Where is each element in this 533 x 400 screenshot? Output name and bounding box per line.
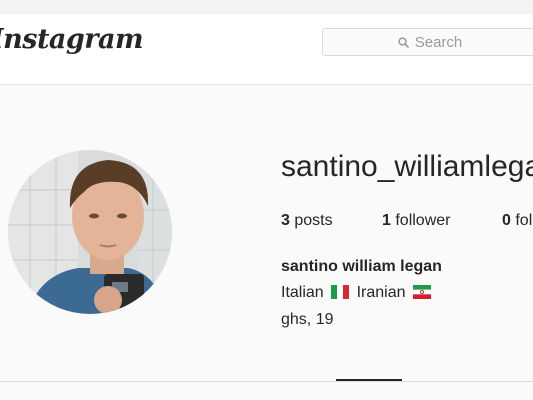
profile-username: santino_williamlegan — [281, 150, 533, 183]
bio-line-1: Italian Iranian — [281, 284, 434, 302]
following-stat[interactable]: 0 following — [502, 212, 533, 230]
search-input[interactable]: Search — [322, 28, 533, 56]
bio-text-italian: Italian — [281, 284, 324, 301]
following-count: 0 — [502, 212, 511, 229]
bio-text-iranian: Iranian — [356, 284, 406, 301]
profile-page: Instagram Search santino_williamlegan 3 … — [0, 0, 533, 400]
bio-line-2: ghs, 19 — [281, 311, 334, 328]
search-icon — [398, 36, 409, 48]
followers-count: 1 — [382, 212, 391, 229]
posts-stat[interactable]: 3 posts — [281, 212, 333, 230]
instagram-logo[interactable]: Instagram — [0, 24, 144, 55]
followers-stat[interactable]: 1 follower — [382, 212, 450, 230]
followers-label: follower — [390, 212, 451, 229]
profile-avatar[interactable] — [8, 150, 172, 314]
posts-label: posts — [289, 212, 333, 229]
profile-full-name: santino william legan — [281, 258, 442, 275]
posts-count: 3 — [281, 212, 290, 229]
search-placeholder: Search — [414, 33, 463, 51]
nav-top-edge — [0, 0, 533, 14]
avatar-photo — [8, 150, 172, 314]
tabs-divider — [0, 381, 533, 382]
following-label: following — [515, 212, 533, 229]
top-nav-bar: Instagram Search — [0, 0, 533, 85]
flag-iran-icon — [412, 285, 431, 299]
flag-italy-icon — [331, 285, 350, 299]
active-tab-indicator[interactable] — [336, 379, 402, 381]
